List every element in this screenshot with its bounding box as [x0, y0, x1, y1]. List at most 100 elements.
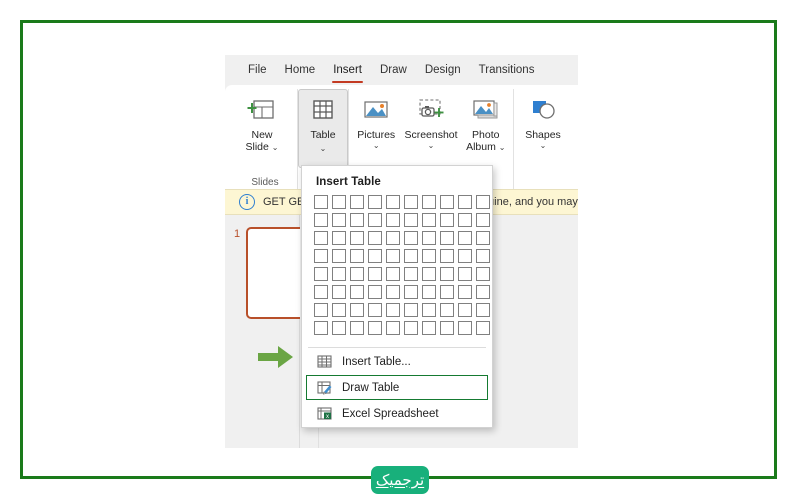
table-size-cell-2-8[interactable] [440, 213, 454, 227]
slide-thumbnail-1[interactable] [246, 227, 308, 319]
table-size-cell-6-2[interactable] [332, 285, 346, 299]
photo-album-chevron-down-icon[interactable]: ⌄ [499, 143, 506, 152]
table-size-cell-3-8[interactable] [440, 231, 454, 245]
chevron-down-icon[interactable]: ⌄ [272, 143, 279, 152]
table-size-cell-3-5[interactable] [386, 231, 400, 245]
table-size-cell-1-9[interactable] [458, 195, 472, 209]
table-size-cell-8-8[interactable] [440, 321, 454, 335]
pictures-button[interactable]: Pictures ⌄ [349, 89, 403, 150]
pictures-chevron-down-icon[interactable]: ⌄ [373, 141, 380, 150]
table-size-cell-4-3[interactable] [350, 249, 364, 263]
table-size-cell-6-5[interactable] [386, 285, 400, 299]
table-size-cell-2-9[interactable] [458, 213, 472, 227]
shapes-chevron-down-icon[interactable]: ⌄ [540, 141, 547, 150]
table-size-cell-2-3[interactable] [350, 213, 364, 227]
table-size-cell-4-4[interactable] [368, 249, 382, 263]
table-size-cell-7-4[interactable] [368, 303, 382, 317]
table-size-cell-3-3[interactable] [350, 231, 364, 245]
table-size-cell-5-4[interactable] [368, 267, 382, 281]
table-size-cell-8-7[interactable] [422, 321, 436, 335]
table-size-cell-6-6[interactable] [404, 285, 418, 299]
table-size-cell-3-9[interactable] [458, 231, 472, 245]
tab-design[interactable]: Design [416, 60, 470, 80]
table-size-cell-7-6[interactable] [404, 303, 418, 317]
table-size-cell-1-5[interactable] [386, 195, 400, 209]
table-size-cell-8-9[interactable] [458, 321, 472, 335]
screenshot-chevron-down-icon[interactable]: ⌄ [428, 141, 435, 150]
table-size-cell-8-5[interactable] [386, 321, 400, 335]
table-size-cell-4-6[interactable] [404, 249, 418, 263]
table-size-cell-4-5[interactable] [386, 249, 400, 263]
table-size-cell-8-3[interactable] [350, 321, 364, 335]
table-size-cell-3-6[interactable] [404, 231, 418, 245]
table-size-cell-6-8[interactable] [440, 285, 454, 299]
table-size-cell-5-2[interactable] [332, 267, 346, 281]
table-size-grid[interactable] [302, 195, 492, 347]
screenshot-button[interactable]: Screenshot ⌄ [403, 89, 458, 150]
table-size-cell-3-10[interactable] [476, 231, 490, 245]
table-size-cell-4-9[interactable] [458, 249, 472, 263]
table-size-cell-1-10[interactable] [476, 195, 490, 209]
table-size-cell-8-2[interactable] [332, 321, 346, 335]
table-size-cell-7-10[interactable] [476, 303, 490, 317]
table-size-cell-4-7[interactable] [422, 249, 436, 263]
table-size-cell-2-6[interactable] [404, 213, 418, 227]
table-button[interactable]: Table ⌄ [298, 89, 348, 168]
table-size-cell-6-3[interactable] [350, 285, 364, 299]
tab-home[interactable]: Home [276, 60, 325, 80]
table-size-cell-5-10[interactable] [476, 267, 490, 281]
shapes-button[interactable]: Shapes ⌄ [514, 89, 572, 150]
tab-insert[interactable]: Insert [324, 60, 371, 83]
table-size-cell-5-8[interactable] [440, 267, 454, 281]
new-slide-button[interactable]: New Slide ⌄ [233, 89, 291, 153]
table-size-cell-8-6[interactable] [404, 321, 418, 335]
table-size-cell-2-1[interactable] [314, 213, 328, 227]
table-size-cell-5-7[interactable] [422, 267, 436, 281]
table-size-cell-6-10[interactable] [476, 285, 490, 299]
table-size-cell-2-5[interactable] [386, 213, 400, 227]
table-size-cell-8-10[interactable] [476, 321, 490, 335]
table-size-cell-3-7[interactable] [422, 231, 436, 245]
table-size-cell-4-1[interactable] [314, 249, 328, 263]
table-size-cell-4-8[interactable] [440, 249, 454, 263]
table-size-cell-7-3[interactable] [350, 303, 364, 317]
table-size-cell-1-4[interactable] [368, 195, 382, 209]
tab-draw[interactable]: Draw [371, 60, 416, 80]
table-size-cell-2-10[interactable] [476, 213, 490, 227]
table-size-cell-5-6[interactable] [404, 267, 418, 281]
table-size-cell-2-4[interactable] [368, 213, 382, 227]
table-size-cell-8-4[interactable] [368, 321, 382, 335]
table-size-cell-7-1[interactable] [314, 303, 328, 317]
table-size-cell-1-2[interactable] [332, 195, 346, 209]
table-size-cell-7-7[interactable] [422, 303, 436, 317]
slide-thumbnail-pane[interactable]: 1 [225, 215, 308, 448]
menu-item-draw-table[interactable]: Draw Table [306, 375, 488, 400]
tab-transitions[interactable]: Transitions [470, 60, 544, 80]
table-size-cell-1-7[interactable] [422, 195, 436, 209]
table-size-cell-5-9[interactable] [458, 267, 472, 281]
table-size-cell-7-5[interactable] [386, 303, 400, 317]
menu-item-insert-table[interactable]: Insert Table... [306, 349, 488, 374]
table-size-cell-8-1[interactable] [314, 321, 328, 335]
table-size-cell-6-9[interactable] [458, 285, 472, 299]
table-size-cell-3-4[interactable] [368, 231, 382, 245]
photo-album-button[interactable]: Photo Album ⌄ [459, 89, 513, 153]
table-size-cell-2-7[interactable] [422, 213, 436, 227]
table-size-cell-7-2[interactable] [332, 303, 346, 317]
table-size-cell-1-3[interactable] [350, 195, 364, 209]
table-size-cell-6-7[interactable] [422, 285, 436, 299]
table-size-cell-4-10[interactable] [476, 249, 490, 263]
table-size-cell-6-4[interactable] [368, 285, 382, 299]
table-size-cell-1-1[interactable] [314, 195, 328, 209]
table-size-cell-6-1[interactable] [314, 285, 328, 299]
tab-file[interactable]: File [239, 60, 276, 80]
table-size-cell-5-5[interactable] [386, 267, 400, 281]
table-size-cell-7-8[interactable] [440, 303, 454, 317]
table-size-cell-3-1[interactable] [314, 231, 328, 245]
table-size-cell-2-2[interactable] [332, 213, 346, 227]
table-chevron-down-icon[interactable]: ⌄ [320, 144, 327, 153]
table-size-cell-1-8[interactable] [440, 195, 454, 209]
table-size-cell-1-6[interactable] [404, 195, 418, 209]
table-size-cell-5-3[interactable] [350, 267, 364, 281]
table-size-cell-4-2[interactable] [332, 249, 346, 263]
